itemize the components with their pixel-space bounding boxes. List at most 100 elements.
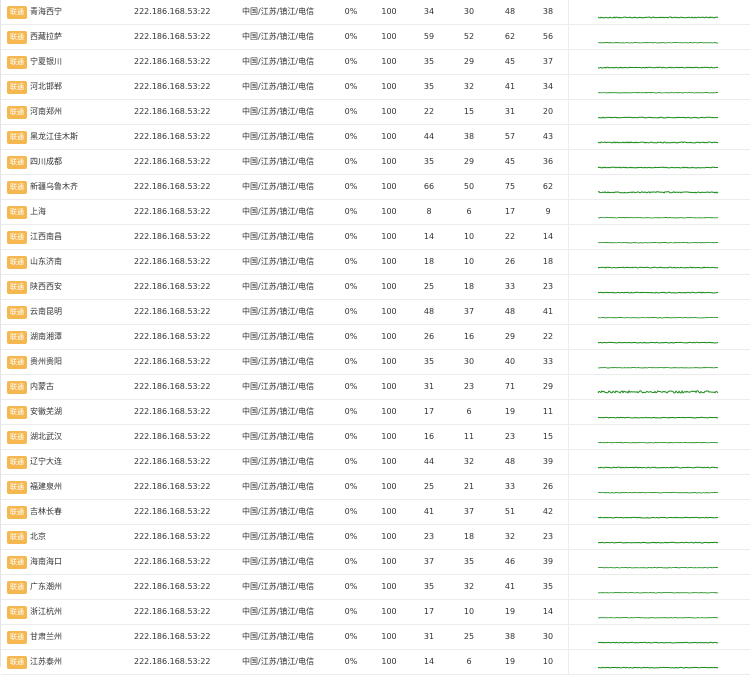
table-row[interactable]: 联通安徽芜湖 222.186.168.53:22 中国/江苏/镇江/电信 0% … <box>1 400 750 425</box>
latency-max: 57 <box>498 125 522 149</box>
latency-min: 37 <box>459 500 479 524</box>
table-row[interactable]: 联通河北邯郸 222.186.168.53:22 中国/江苏/镇江/电信 0% … <box>1 75 750 100</box>
table-row[interactable]: 联通青海西宁 222.186.168.53:22 中国/江苏/镇江/电信 0% … <box>1 0 750 25</box>
column-divider <box>568 450 569 474</box>
sparkline-path <box>598 292 718 293</box>
table-row[interactable]: 联通江西南昌 222.186.168.53:22 中国/江苏/镇江/电信 0% … <box>1 225 750 250</box>
packet-loss: 0% <box>338 150 364 174</box>
isp-badge: 联通 <box>7 156 27 169</box>
latency-avg: 36 <box>538 150 558 174</box>
table-row[interactable]: 联通湖北武汉 222.186.168.53:22 中国/江苏/镇江/电信 0% … <box>1 425 750 450</box>
sparkline-path <box>598 492 718 493</box>
table-row[interactable]: 联通吉林长春 222.186.168.53:22 中国/江苏/镇江/电信 0% … <box>1 500 750 525</box>
latency-min: 23 <box>459 375 479 399</box>
node-cell: 联通辽宁大连 <box>7 450 127 474</box>
column-divider <box>568 25 569 49</box>
target-ip: 222.186.168.53:22 <box>134 500 234 524</box>
sparkline-path <box>598 618 718 619</box>
column-divider <box>568 250 569 274</box>
packet-loss: 0% <box>338 225 364 249</box>
sparkline-path <box>598 667 718 668</box>
target-isp: 中国/江苏/镇江/电信 <box>242 350 332 374</box>
table-row[interactable]: 联通上海 222.186.168.53:22 中国/江苏/镇江/电信 0% 10… <box>1 200 750 225</box>
column-divider <box>568 475 569 499</box>
table-row[interactable]: 联通浙江杭州 222.186.168.53:22 中国/江苏/镇江/电信 0% … <box>1 600 750 625</box>
sparkline-path <box>598 391 718 393</box>
target-isp: 中国/江苏/镇江/电信 <box>242 325 332 349</box>
latency-sparkline <box>596 31 720 45</box>
packets-sent: 100 <box>377 650 401 674</box>
sparkline-path <box>598 267 718 268</box>
packet-loss: 0% <box>338 425 364 449</box>
isp-badge: 联通 <box>7 381 27 394</box>
node-cell: 联通云南昆明 <box>7 300 127 324</box>
packets-sent: 100 <box>377 125 401 149</box>
table-row[interactable]: 联通湖南湘潭 222.186.168.53:22 中国/江苏/镇江/电信 0% … <box>1 325 750 350</box>
table-row[interactable]: 联通广东潮州 222.186.168.53:22 中国/江苏/镇江/电信 0% … <box>1 575 750 600</box>
column-divider <box>568 275 569 299</box>
packet-loss: 0% <box>338 450 364 474</box>
node-location: 西藏拉萨 <box>30 32 62 41</box>
table-row[interactable]: 联通黑龙江佳木斯 222.186.168.53:22 中国/江苏/镇江/电信 0… <box>1 125 750 150</box>
table-row[interactable]: 联通云南昆明 222.186.168.53:22 中国/江苏/镇江/电信 0% … <box>1 300 750 325</box>
latency-last: 44 <box>419 125 439 149</box>
target-ip: 222.186.168.53:22 <box>134 550 234 574</box>
latency-min: 18 <box>459 275 479 299</box>
node-location: 广东潮州 <box>30 582 62 591</box>
latency-max: 45 <box>498 50 522 74</box>
latency-sparkline <box>596 581 720 595</box>
column-divider <box>568 625 569 649</box>
table-row[interactable]: 联通贵州贵阳 222.186.168.53:22 中国/江苏/镇江/电信 0% … <box>1 350 750 375</box>
target-isp: 中国/江苏/镇江/电信 <box>242 525 332 549</box>
packets-sent: 100 <box>377 550 401 574</box>
target-isp: 中国/江苏/镇江/电信 <box>242 225 332 249</box>
latency-max: 31 <box>498 100 522 124</box>
latency-max: 51 <box>498 500 522 524</box>
target-ip: 222.186.168.53:22 <box>134 250 234 274</box>
table-row[interactable]: 联通四川成都 222.186.168.53:22 中国/江苏/镇江/电信 0% … <box>1 150 750 175</box>
table-row[interactable]: 联通新疆乌鲁木齐 222.186.168.53:22 中国/江苏/镇江/电信 0… <box>1 175 750 200</box>
node-cell: 联通内蒙古 <box>7 375 127 399</box>
latency-sparkline <box>596 406 720 420</box>
column-divider <box>568 525 569 549</box>
column-divider <box>568 175 569 199</box>
column-divider <box>568 500 569 524</box>
table-row[interactable]: 联通内蒙古 222.186.168.53:22 中国/江苏/镇江/电信 0% 1… <box>1 375 750 400</box>
target-isp: 中国/江苏/镇江/电信 <box>242 100 332 124</box>
latency-max: 23 <box>498 425 522 449</box>
latency-last: 22 <box>419 100 439 124</box>
isp-badge: 联通 <box>7 431 27 444</box>
latency-sparkline <box>596 56 720 70</box>
latency-min: 10 <box>459 250 479 274</box>
latency-sparkline <box>596 506 720 520</box>
node-cell: 联通浙江杭州 <box>7 600 127 624</box>
node-location: 江西南昌 <box>30 232 62 241</box>
node-cell: 联通上海 <box>7 200 127 224</box>
table-row[interactable]: 联通山东济南 222.186.168.53:22 中国/江苏/镇江/电信 0% … <box>1 250 750 275</box>
table-row[interactable]: 联通西藏拉萨 222.186.168.53:22 中国/江苏/镇江/电信 0% … <box>1 25 750 50</box>
latency-sparkline <box>596 631 720 645</box>
table-row[interactable]: 联通福建泉州 222.186.168.53:22 中国/江苏/镇江/电信 0% … <box>1 475 750 500</box>
table-row[interactable]: 联通辽宁大连 222.186.168.53:22 中国/江苏/镇江/电信 0% … <box>1 450 750 475</box>
isp-badge: 联通 <box>7 281 27 294</box>
packets-sent: 100 <box>377 175 401 199</box>
table-row[interactable]: 联通河南郑州 222.186.168.53:22 中国/江苏/镇江/电信 0% … <box>1 100 750 125</box>
latency-min: 25 <box>459 625 479 649</box>
latency-last: 17 <box>419 600 439 624</box>
column-divider <box>568 575 569 599</box>
table-row[interactable]: 联通宁夏银川 222.186.168.53:22 中国/江苏/镇江/电信 0% … <box>1 50 750 75</box>
table-row[interactable]: 联通江苏泰州 222.186.168.53:22 中国/江苏/镇江/电信 0% … <box>1 650 750 675</box>
latency-last: 35 <box>419 50 439 74</box>
table-row[interactable]: 联通北京 222.186.168.53:22 中国/江苏/镇江/电信 0% 10… <box>1 525 750 550</box>
packets-sent: 100 <box>377 525 401 549</box>
isp-badge: 联通 <box>7 556 27 569</box>
isp-badge: 联通 <box>7 331 27 344</box>
packet-loss: 0% <box>338 525 364 549</box>
packets-sent: 100 <box>377 350 401 374</box>
table-row[interactable]: 联通海南海口 222.186.168.53:22 中国/江苏/镇江/电信 0% … <box>1 550 750 575</box>
table-row[interactable]: 联通甘肃兰州 222.186.168.53:22 中国/江苏/镇江/电信 0% … <box>1 625 750 650</box>
latency-last: 14 <box>419 225 439 249</box>
latency-sparkline <box>596 656 720 670</box>
table-row[interactable]: 联通陕西西安 222.186.168.53:22 中国/江苏/镇江/电信 0% … <box>1 275 750 300</box>
column-divider <box>568 225 569 249</box>
